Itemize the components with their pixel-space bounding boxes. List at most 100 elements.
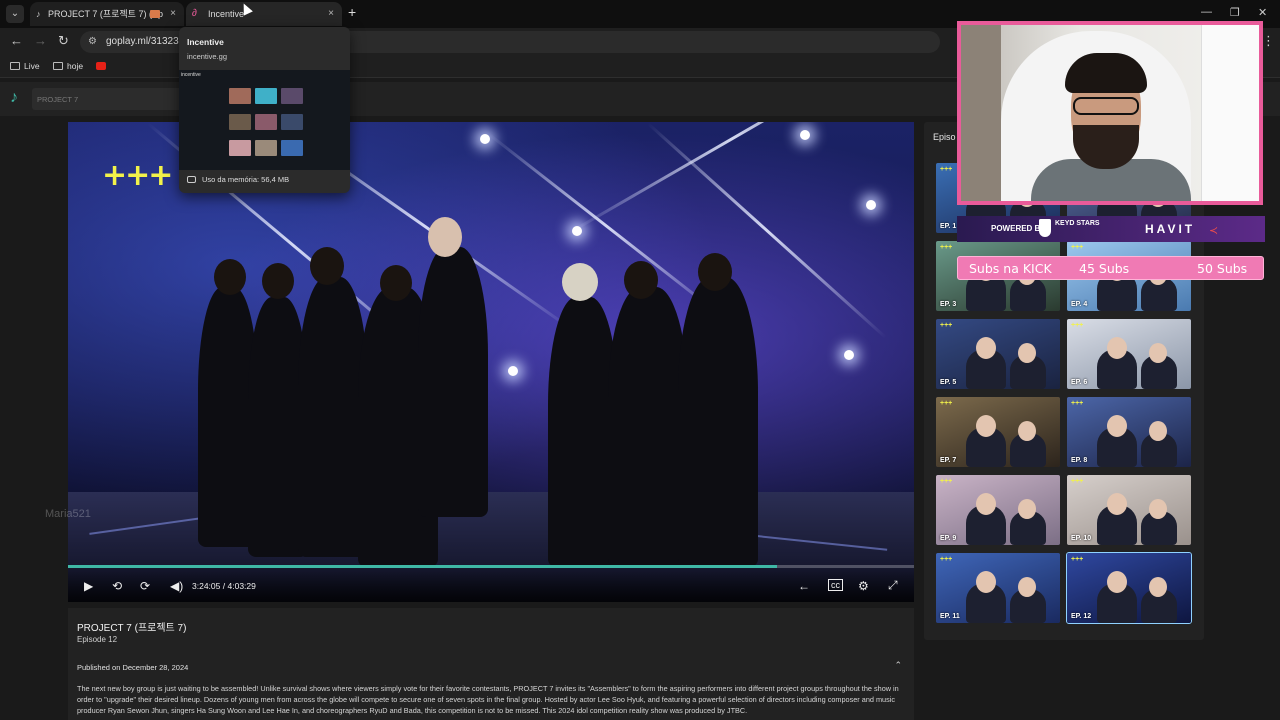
video-description: The next new boy group is just waiting t… [77,684,899,715]
webcam-overlay [957,21,1263,205]
video-title: PROJECT 7 (프로젝트 7) [77,623,187,634]
folder-icon [10,62,20,70]
sponsor-1-name: KEYD STARS [1055,220,1100,227]
subs-goal: 50 Subs [1197,261,1248,276]
preview-brand: incentive [181,72,201,78]
episode-label: EP. 3 [940,301,957,308]
episode-channel-logo: +++ [1071,478,1084,485]
time-display: 3:24:05 / 4:03:29 [192,581,256,591]
episode-label: Episode 12 [77,635,118,644]
folder-icon [53,62,63,70]
close-tab-icon[interactable]: × [170,2,176,26]
window-close-icon[interactable]: ✕ [1258,6,1267,19]
memory-chip-icon [187,176,196,183]
search-input[interactable]: PROJECT 7 [32,88,182,110]
captions-icon[interactable]: cc [828,579,843,591]
preview-mini-thumbnail [281,140,303,156]
preview-mini-thumbnail [281,114,303,130]
tab-incentive[interactable]: ∂ Incentive × [186,2,342,26]
forward-icon[interactable]: → [34,33,47,48]
site-info-icon[interactable]: ⚙ [88,36,100,48]
episode-label: EP. 7 [940,457,957,464]
preview-mini-thumbnail [281,88,303,104]
episode-label: EP. 1 [940,223,957,230]
bookmark-hoje[interactable]: hoje [53,61,83,71]
chat-username: Maria521 [45,508,91,520]
memory-usage: Uso da memória: 56,4 MB [187,175,289,184]
media-playing-icon [150,10,160,18]
door [1201,25,1259,201]
episodes-heading: Episo [933,132,956,142]
maximize-icon[interactable]: ❐ [1230,6,1240,19]
video-info-panel: PROJECT 7 (프로젝트 7) Episode 12 Published … [68,608,914,720]
preview-thumbnail: incentive [179,70,350,170]
previous-episode-icon[interactable]: ← [798,579,810,593]
preview-mini-thumbnail [229,88,251,104]
sponsor-banner: POWERED BY KEYD STARS HAVIT ≺ [957,216,1265,242]
performers-group [198,217,798,567]
stage-light [844,350,854,360]
duration: 4:03:29 [227,581,256,591]
browser-menu-icon[interactable]: ⋮ [1262,33,1275,49]
collapse-chevron-up-icon[interactable]: ⌃ [894,660,902,671]
current-time: 3:24:05 [192,581,221,591]
episode-thumbnail[interactable]: +++ EP. 6 [1067,319,1191,389]
fullscreen-icon[interactable]: ⤢ [888,578,898,593]
stage-light [866,200,876,210]
episode-thumbnail[interactable]: +++ EP. 11 [936,553,1060,623]
preview-title: Incentive [187,37,224,47]
project7-favicon: ♪ [36,9,41,19]
site-logo-icon[interactable]: ♪ [10,89,24,107]
play-icon[interactable]: ▶ [84,579,93,593]
reload-icon[interactable]: ↻ [58,33,69,49]
preview-mini-thumbnail [255,140,277,156]
episode-thumbnail[interactable]: +++ EP. 12 [1066,552,1192,624]
episode-label: EP. 4 [1071,301,1088,308]
bookmark-live[interactable]: Live [10,61,40,71]
powered-by-label: POWERED BY [991,224,1046,233]
youtube-bookmark-icon[interactable] [96,62,106,70]
skip-forward-icon[interactable]: ⟳ [140,579,150,593]
episode-label: EP. 11 [940,613,960,620]
episode-label: EP. 12 [1071,613,1092,620]
episode-channel-logo: +++ [940,556,953,563]
glasses-icon [1073,97,1139,115]
episode-label: EP. 5 [940,379,957,386]
minimize-icon[interactable]: — [1201,6,1212,18]
settings-gear-icon[interactable]: ⚙ [858,579,869,593]
episode-label: EP. 9 [940,535,957,542]
stage-light [480,134,490,144]
episode-label: EP. 10 [1071,535,1092,542]
preview-mini-thumbnail [255,114,277,130]
tab-label: PROJECT 7 (프로젝트 7) (Ep [48,9,163,19]
shelf [961,25,1001,201]
time-separator: / [222,581,226,591]
episode-label: EP. 8 [1071,457,1088,464]
subs-label: Subs na KICK [969,261,1052,276]
episode-channel-logo: +++ [940,244,953,251]
new-tab-button[interactable]: + [348,4,356,20]
back-icon[interactable]: ← [10,33,23,48]
episode-channel-logo: +++ [1071,244,1084,251]
episode-thumbnail[interactable]: +++ EP. 8 [1067,397,1191,467]
episode-thumbnail[interactable]: +++ EP. 5 [936,319,1060,389]
url-text[interactable]: goplay.ml/313235 [106,36,184,47]
episode-thumbnail[interactable]: +++ EP. 7 [936,397,1060,467]
episode-label: EP. 6 [1071,379,1088,386]
subs-goal-bar: Subs na KICK 45 Subs 50 Subs [957,256,1264,280]
preview-mini-thumbnail [229,140,251,156]
published-date: Published on December 28, 2024 [77,663,189,672]
close-tab-icon[interactable]: × [328,2,334,26]
preview-mini-thumbnail [255,88,277,104]
episode-thumbnail[interactable]: +++ EP. 10 [1067,475,1191,545]
tab-label: Incentive [208,9,245,19]
skip-back-icon[interactable]: ⟲ [112,579,122,593]
incentive-favicon: ∂ [192,8,197,19]
video-player[interactable]: +++ + ▶ ⟲ ⟳ ◀) 3:24:05 / 4:03:29 ← cc ⚙ … [68,122,914,602]
keyd-stars-logo-icon [1039,219,1051,237]
episode-thumbnail[interactable]: +++ EP. 9 [936,475,1060,545]
tab-search-button[interactable]: ⌄ [6,5,24,23]
episode-channel-logo: +++ [940,400,953,407]
volume-icon[interactable]: ◀) [170,579,183,593]
tab-project7[interactable]: ♪ PROJECT 7 (프로젝트 7) (Ep × [30,2,184,26]
